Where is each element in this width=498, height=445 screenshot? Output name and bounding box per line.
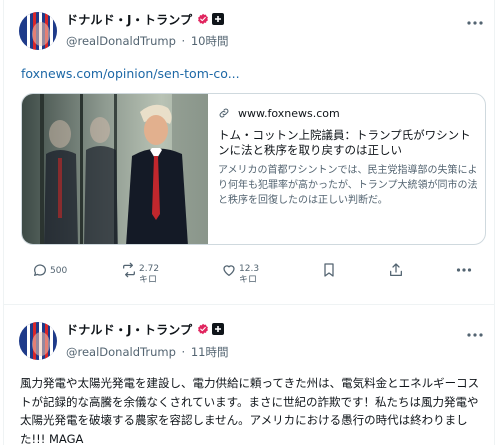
card-title: トム・コットン上院議員：トランプ氏がワシントンに法と秩序を取り戻すのは正しい (218, 128, 471, 157)
more-actions-button[interactable] (456, 262, 472, 278)
card-image (22, 94, 208, 244)
share-button[interactable] (388, 262, 404, 278)
avatar[interactable] (19, 12, 57, 50)
more-icon (467, 21, 483, 25)
display-name[interactable]: ドナルド・J・トランプ (66, 321, 192, 338)
verified-badge-icon (198, 323, 209, 335)
avatar[interactable] (19, 322, 57, 360)
link-icon (219, 108, 229, 118)
separator: · (181, 345, 186, 359)
more-icon (456, 268, 472, 272)
separator: · (181, 34, 186, 48)
post-time[interactable]: 11時間 (191, 345, 229, 359)
display-name[interactable]: ドナルド・J・トランプ (66, 11, 192, 28)
affiliate-badge-icon (212, 323, 225, 335)
repost-icon (123, 262, 135, 278)
more-icon (467, 333, 483, 337)
affiliate-badge-icon (212, 13, 225, 25)
avatar-flag-icon (19, 12, 57, 50)
repost-count: 2.72キロ (139, 264, 160, 285)
handle[interactable]: @realDonaldTrump (66, 345, 176, 359)
repost-button[interactable]: 2.72キロ (121, 262, 161, 286)
reply-icon (34, 264, 46, 276)
link-card[interactable]: www.foxnews.com トム・コットン上院議員：トランプ氏がワシントンに… (21, 93, 486, 245)
action-bar: 500 2.72キロ 12.3キロ (4, 262, 494, 290)
card-description: アメリカの首都ワシントンでは、民主党指導部の失策により何年も犯罪率が高かったが、… (218, 165, 478, 206)
card-domain: www.foxnews.com (238, 106, 340, 120)
bookmark-button[interactable] (322, 262, 336, 278)
reply-count: 500 (50, 266, 68, 276)
post-text: 風力発電や太陽光発電を建設し、電力供給に頼ってきた州は、電気料金とエネルギーコス… (20, 376, 480, 445)
post[interactable]: ドナルド・J・トランプ @realDonaldTrump · 11時間 風力発電… (4, 306, 494, 445)
like-icon (223, 265, 235, 276)
more-button[interactable] (466, 14, 484, 32)
timeline-feed: ドナルド・J・トランプ @realDonaldTrump · 10時間 foxn… (3, 0, 495, 445)
post-time[interactable]: 10時間 (191, 34, 229, 48)
like-count: 12.3キロ (239, 264, 260, 285)
share-icon (390, 263, 402, 276)
bookmark-icon (324, 263, 334, 277)
handle[interactable]: @realDonaldTrump (66, 34, 176, 48)
more-button[interactable] (466, 326, 484, 344)
post-link[interactable]: foxnews.com/opinion/sen-tom-co... (21, 66, 240, 81)
reply-button[interactable]: 500 (32, 262, 67, 278)
verified-badge-icon (198, 13, 209, 25)
post[interactable]: ドナルド・J・トランプ @realDonaldTrump · 10時間 foxn… (4, 0, 494, 305)
like-button[interactable]: 12.3キロ (221, 262, 267, 286)
avatar-flag-icon (19, 322, 57, 360)
